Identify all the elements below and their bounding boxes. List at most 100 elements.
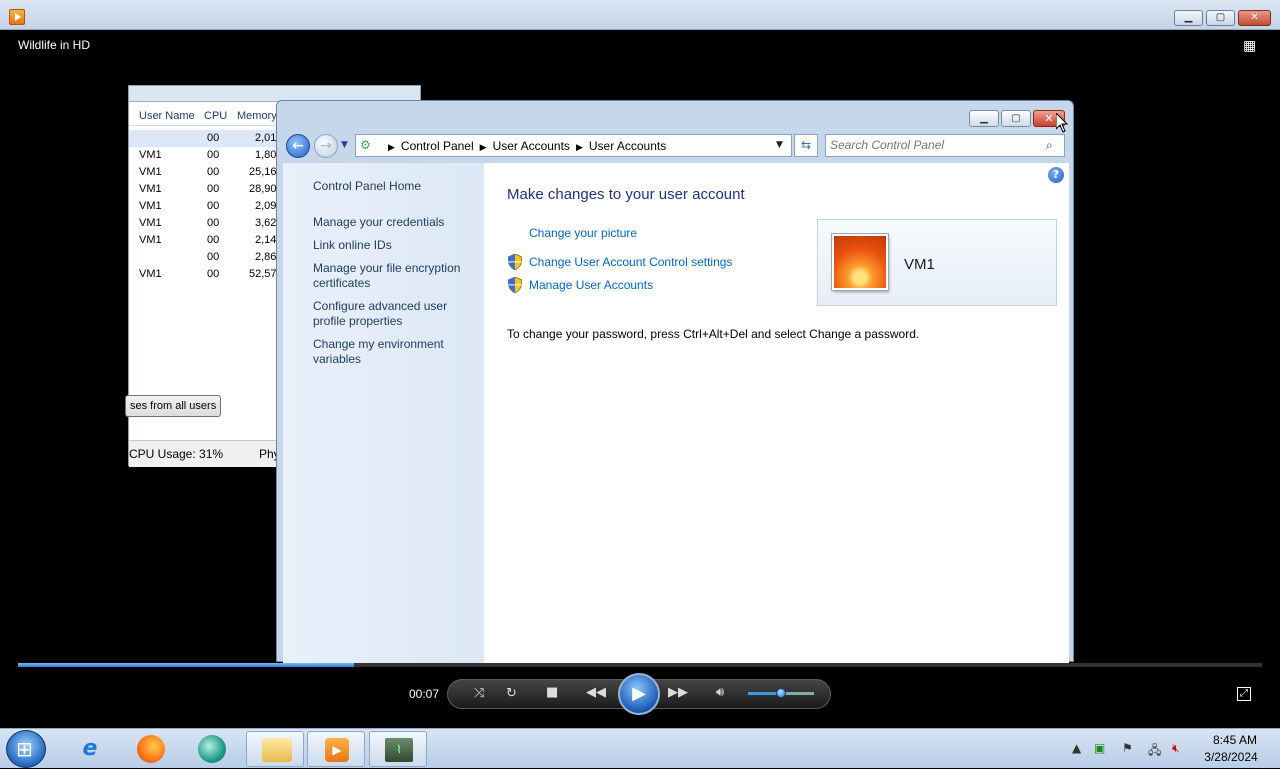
row-user: VM1: [139, 149, 162, 161]
row-memory: 2,86: [255, 251, 277, 263]
repeat-icon[interactable]: ↻: [506, 686, 517, 701]
volume-muted-icon[interactable]: 🔇︎: [1172, 741, 1180, 756]
network-icon[interactable]: 🖧︎: [1148, 741, 1161, 762]
task-manager-taskbar-button[interactable]: ⌇: [369, 731, 427, 767]
environment-variables-link[interactable]: Change my environment variables: [313, 337, 473, 367]
cpu-meter-icon[interactable]: ▣: [1094, 741, 1105, 755]
row-user: VM1: [139, 268, 162, 280]
chevron-right-icon[interactable]: ▶: [576, 142, 583, 152]
internet-explorer-icon: e: [82, 736, 98, 761]
row-cpu: 00: [207, 200, 220, 212]
clock-time[interactable]: 8:45 AM: [1205, 733, 1265, 747]
play-button[interactable]: ▶: [618, 673, 660, 715]
table-row[interactable]: VM1 00 28,90: [129, 181, 277, 198]
help-icon[interactable]: ?: [1048, 167, 1064, 183]
cpu-usage-label: CPU Usage: 31%: [129, 447, 224, 461]
action-center-flag-icon[interactable]: ⚑: [1122, 741, 1133, 755]
volume-slider-thumb[interactable]: [776, 688, 786, 698]
row-memory: 28,90: [249, 183, 277, 195]
elapsed-time: 00:07: [409, 687, 440, 701]
folder-icon: [262, 738, 292, 762]
file-encryption-link[interactable]: Manage your file encryption certificates: [313, 261, 473, 291]
stop-icon[interactable]: ■: [546, 685, 558, 700]
control-panel-icon: ⚙: [360, 138, 371, 152]
table-row[interactable]: VM1 00 1,80: [129, 147, 277, 164]
advanced-profile-link[interactable]: Configure advanced user profile properti…: [313, 299, 473, 329]
media-player-taskbar-button[interactable]: ▶: [307, 731, 365, 767]
switch-to-library-icon[interactable]: ▦: [1243, 38, 1261, 54]
show-all-processes-button[interactable]: ses from all users: [125, 395, 221, 417]
control-panel-home-link[interactable]: Control Panel Home: [313, 179, 473, 194]
manage-credentials-link[interactable]: Manage your credentials: [313, 215, 473, 230]
search-icon[interactable]: ⌕: [1046, 138, 1053, 153]
row-memory: 52,57: [249, 268, 277, 280]
table-row[interactable]: VM1 00 3,62: [129, 215, 277, 232]
shuffle-icon[interactable]: ⤨: [474, 686, 484, 701]
fullscreen-icon[interactable]: ⤢: [1237, 687, 1251, 701]
table-row[interactable]: VM1 00 2,14: [129, 232, 277, 249]
recent-pages-dropdown-icon[interactable]: ▼: [341, 140, 351, 150]
change-uac-settings-link[interactable]: Change User Account Control settings: [529, 255, 732, 269]
chevron-right-icon[interactable]: ▶: [388, 142, 395, 152]
player-minimize-button[interactable]: ▁: [1174, 10, 1203, 26]
column-cpu[interactable]: CPU: [204, 110, 227, 122]
table-row[interactable]: 00 2,86: [129, 249, 277, 266]
search-box[interactable]: ⌕: [825, 134, 1065, 157]
row-cpu: 00: [207, 132, 220, 144]
app-icon: [198, 735, 226, 763]
firefox-icon: [137, 735, 165, 763]
player-maximize-button[interactable]: ▢: [1206, 10, 1235, 26]
start-button[interactable]: [6, 730, 46, 768]
minimize-button[interactable]: ▁: [969, 110, 999, 127]
table-row[interactable]: VM1 00 25,16: [129, 164, 277, 181]
forward-button[interactable]: →: [314, 134, 338, 158]
clock-date[interactable]: 3/28/2024: [1198, 750, 1264, 764]
mute-icon[interactable]: 🔊︎: [716, 685, 724, 700]
account-card: VM1: [817, 219, 1057, 306]
video-title: Wildlife in HD: [18, 38, 91, 52]
task-manager-icon: ⌇: [385, 738, 413, 762]
row-memory: 25,16: [249, 166, 277, 178]
explorer-taskbar-button[interactable]: [246, 731, 304, 767]
control-panel-window: ▁ ▢ ✕ ← → ▼ ⚙ ▶ Control Panel ▶ User Accoun…: [276, 100, 1074, 663]
back-button[interactable]: ←: [286, 134, 310, 158]
row-cpu: 00: [207, 217, 220, 229]
table-row[interactable]: 00 2,01: [129, 130, 277, 147]
left-task-pane: Control Panel Home Manage your credentia…: [283, 163, 484, 663]
mouse-cursor-icon: [1056, 113, 1068, 133]
account-name: VM1: [904, 256, 935, 273]
media-player-icon: ▶: [325, 738, 349, 762]
table-row[interactable]: VM1 00 2,09: [129, 198, 277, 215]
uac-shield-icon: [508, 254, 522, 270]
show-hidden-icons-icon[interactable]: ▲: [1072, 741, 1081, 755]
row-cpu: 00: [207, 183, 220, 195]
seek-bar[interactable]: [18, 663, 1262, 667]
app-taskbar-button[interactable]: [183, 731, 241, 767]
breadcrumb-user-accounts[interactable]: User Accounts: [493, 139, 570, 153]
next-icon[interactable]: ▶▶: [668, 685, 688, 700]
manage-user-accounts-link[interactable]: Manage User Accounts: [529, 278, 653, 292]
change-picture-link[interactable]: Change your picture: [529, 226, 637, 240]
refresh-button[interactable]: ⇆: [794, 134, 818, 157]
player-close-button[interactable]: ✕: [1238, 10, 1271, 26]
column-memory[interactable]: Memory: [237, 110, 277, 122]
address-dropdown-icon[interactable]: ▼: [776, 140, 783, 150]
breadcrumb-user-accounts-current[interactable]: User Accounts: [589, 139, 666, 153]
chevron-right-icon[interactable]: ▶: [480, 142, 487, 152]
maximize-button[interactable]: ▢: [1001, 110, 1031, 127]
breadcrumb-control-panel[interactable]: Control Panel: [401, 139, 474, 153]
search-input[interactable]: [830, 138, 1040, 152]
media-player-icon: [9, 9, 25, 25]
row-memory: 2,09: [255, 200, 277, 212]
previous-icon[interactable]: ◀◀: [586, 685, 606, 700]
firefox-taskbar-button[interactable]: [122, 731, 180, 767]
taskbar: e ▶ ⌇ ▲ ▣ ⚑ 🖧︎ 🔇︎ 8:45 AM 3/28/2024: [0, 728, 1280, 768]
table-row[interactable]: VM1 00 52,57: [129, 266, 277, 283]
address-bar[interactable]: ⚙ ▶ Control Panel ▶ User Accounts ▶ User Acco…: [355, 134, 792, 157]
media-player-titlebar: ▁ ▢ ✕: [0, 0, 1280, 30]
row-user: VM1: [139, 183, 162, 195]
internet-explorer-taskbar-button[interactable]: e: [61, 731, 119, 767]
row-cpu: 00: [207, 234, 220, 246]
column-user-name[interactable]: User Name: [139, 110, 195, 122]
link-online-ids-link[interactable]: Link online IDs: [313, 238, 473, 253]
